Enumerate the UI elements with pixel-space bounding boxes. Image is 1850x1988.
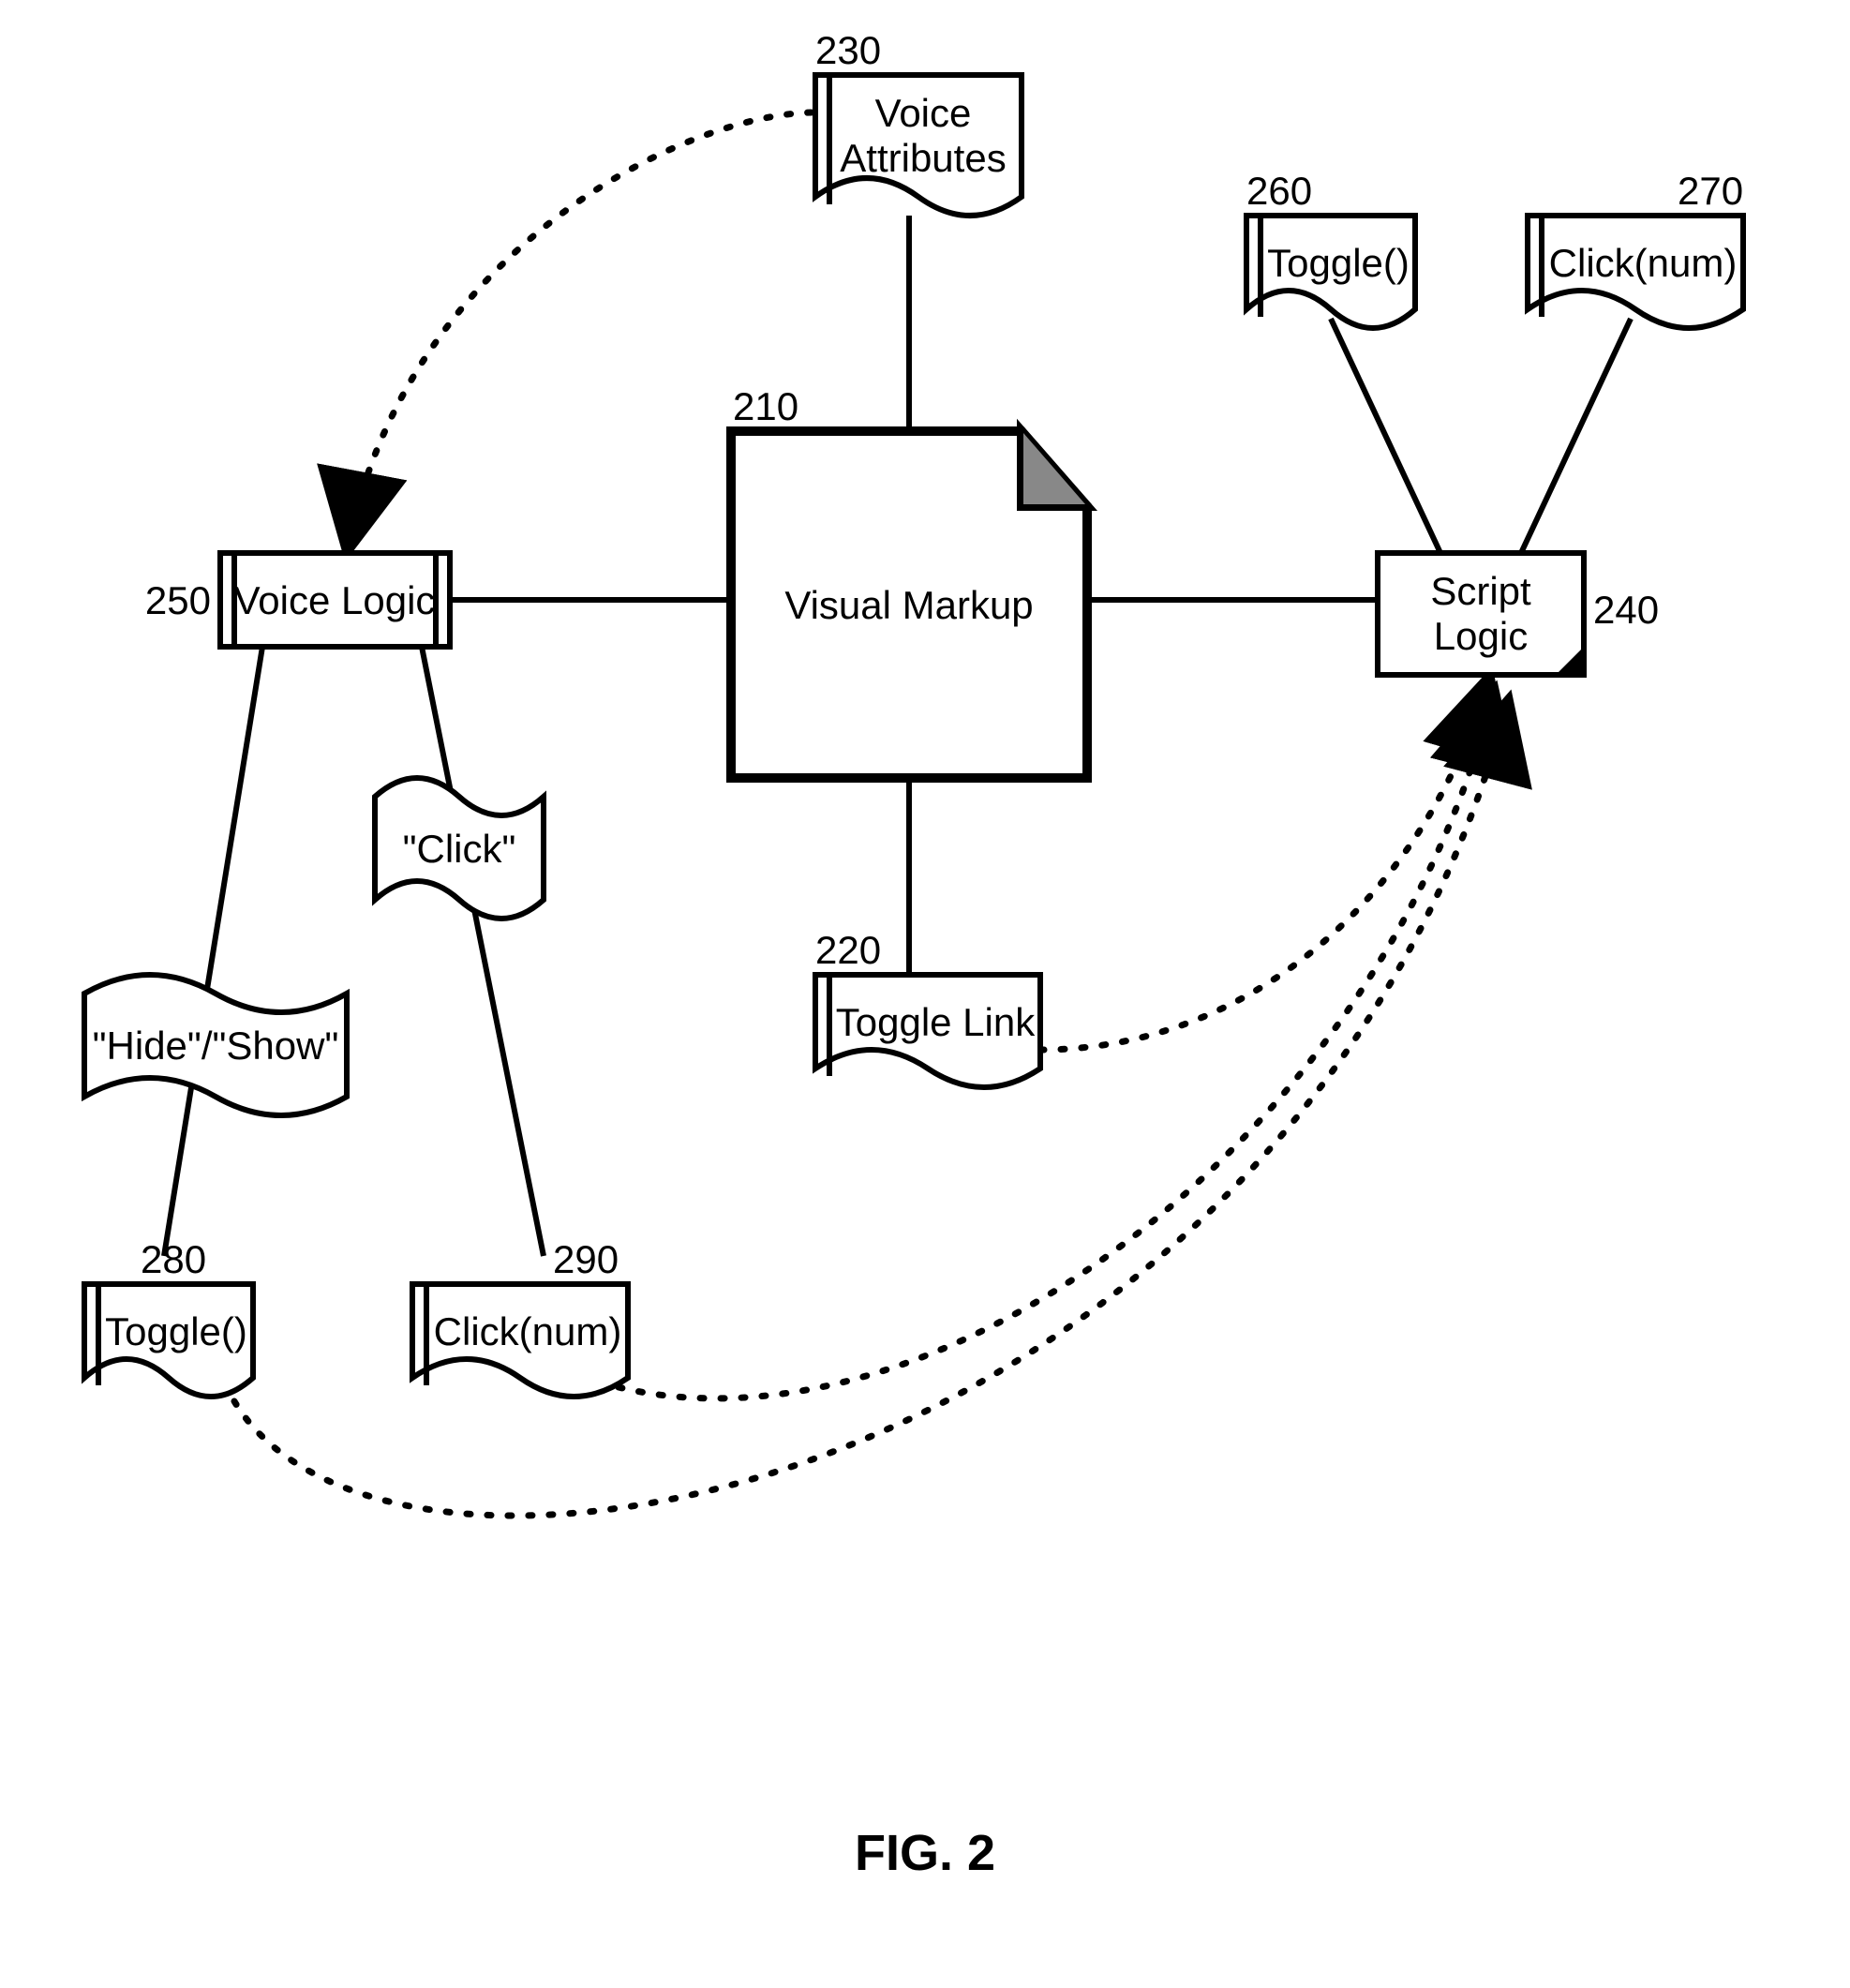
label-toggle-fn-a: Toggle() (1267, 241, 1410, 285)
node-visual-markup: 210 Visual Markup (731, 384, 1087, 778)
node-click-fn-a: 270 Click(num) (1528, 169, 1743, 328)
ref-num-240: 240 (1593, 588, 1659, 632)
ref-num-230: 230 (815, 28, 881, 72)
ref-num-280: 280 (141, 1237, 206, 1281)
ref-num-290: 290 (553, 1237, 619, 1281)
node-toggle-link: 220 Toggle Link (815, 928, 1040, 1087)
label-click-fn-b: Click(num) (434, 1309, 622, 1353)
label-visual-markup: Visual Markup (784, 583, 1033, 627)
ref-num-220: 220 (815, 928, 881, 972)
flag-click: "Click" (375, 778, 544, 919)
node-voice-logic: 250 Voice Logic (145, 553, 450, 647)
label-script-logic-l1: Script (1430, 569, 1531, 613)
figure-label: FIG. 2 (855, 1825, 995, 1881)
label-voice-attributes-l2: Attributes (840, 136, 1006, 180)
ref-num-260: 260 (1246, 169, 1312, 213)
flag-hide-show: "Hide"/"Show" (84, 975, 347, 1115)
node-voice-attributes: 230 Voice Attributes (815, 28, 1022, 216)
node-script-logic: 240 Script Logic (1378, 553, 1659, 675)
label-flag-hide-show: "Hide"/"Show" (93, 1024, 339, 1068)
label-toggle-fn-b: Toggle() (105, 1309, 247, 1353)
node-click-fn-b: 290 Click(num) (412, 1237, 628, 1397)
node-toggle-fn-a: 260 Toggle() (1246, 169, 1415, 328)
ref-num-270: 270 (1678, 169, 1743, 213)
label-click-fn-a: Click(num) (1549, 241, 1738, 285)
label-script-logic-l2: Logic (1434, 614, 1528, 658)
label-voice-logic: Voice Logic (234, 578, 436, 622)
ref-num-250: 250 (145, 578, 211, 622)
label-flag-click: "Click" (403, 827, 516, 871)
label-voice-attributes-l1: Voice (875, 91, 972, 135)
ref-num-210: 210 (733, 384, 798, 428)
label-toggle-link: Toggle Link (836, 1000, 1036, 1044)
node-toggle-fn-b: 280 Toggle() (84, 1237, 253, 1397)
